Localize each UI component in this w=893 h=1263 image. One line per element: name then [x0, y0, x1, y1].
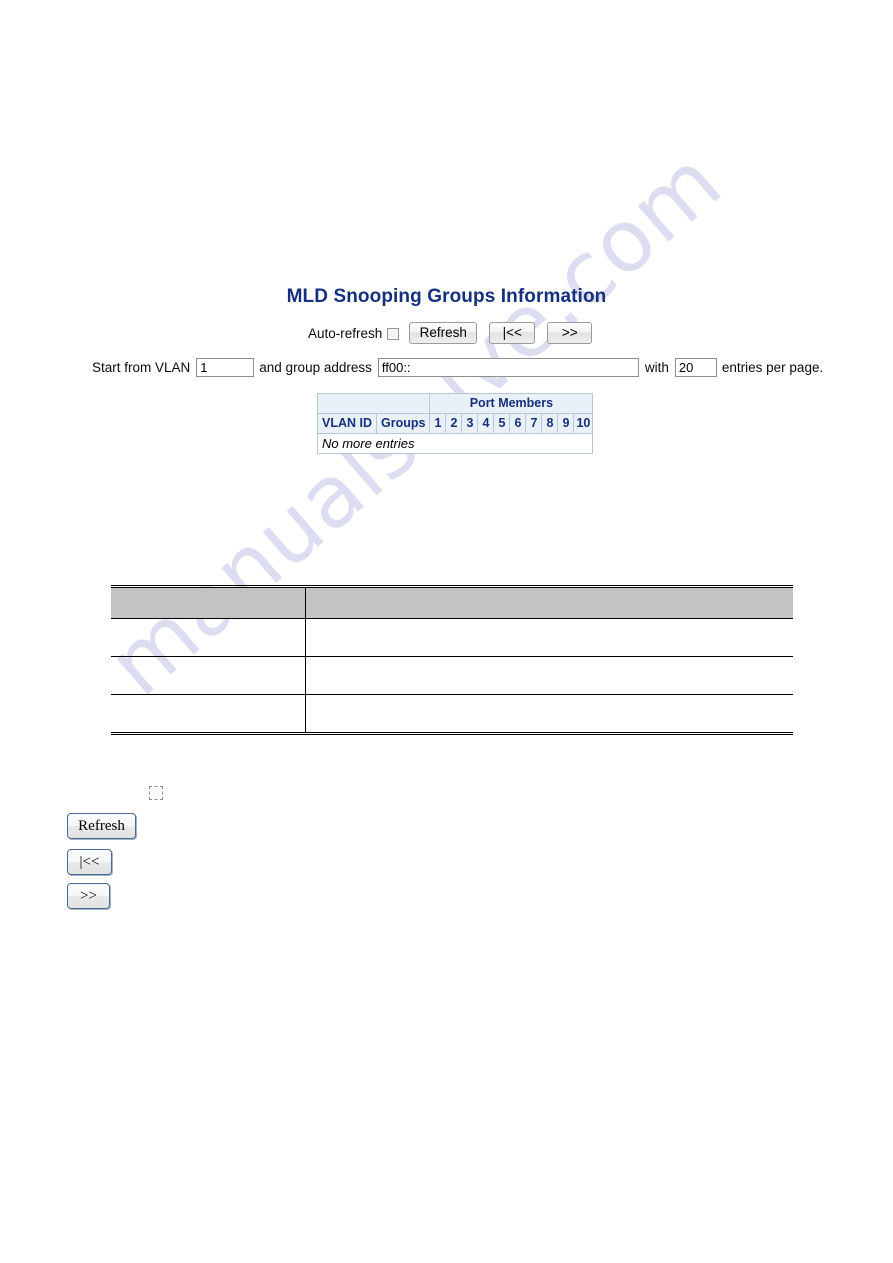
legend-refresh-button: Refresh [67, 813, 136, 839]
legend-first-page-button: |<< [67, 849, 112, 875]
document-page: MLD Snooping Groups Information Auto-ref… [0, 0, 893, 1263]
legend-block: Refresh |<< >> [0, 0, 893, 1263]
legend-next-page-button: >> [67, 883, 110, 909]
legend-checkbox-icon [149, 786, 163, 800]
